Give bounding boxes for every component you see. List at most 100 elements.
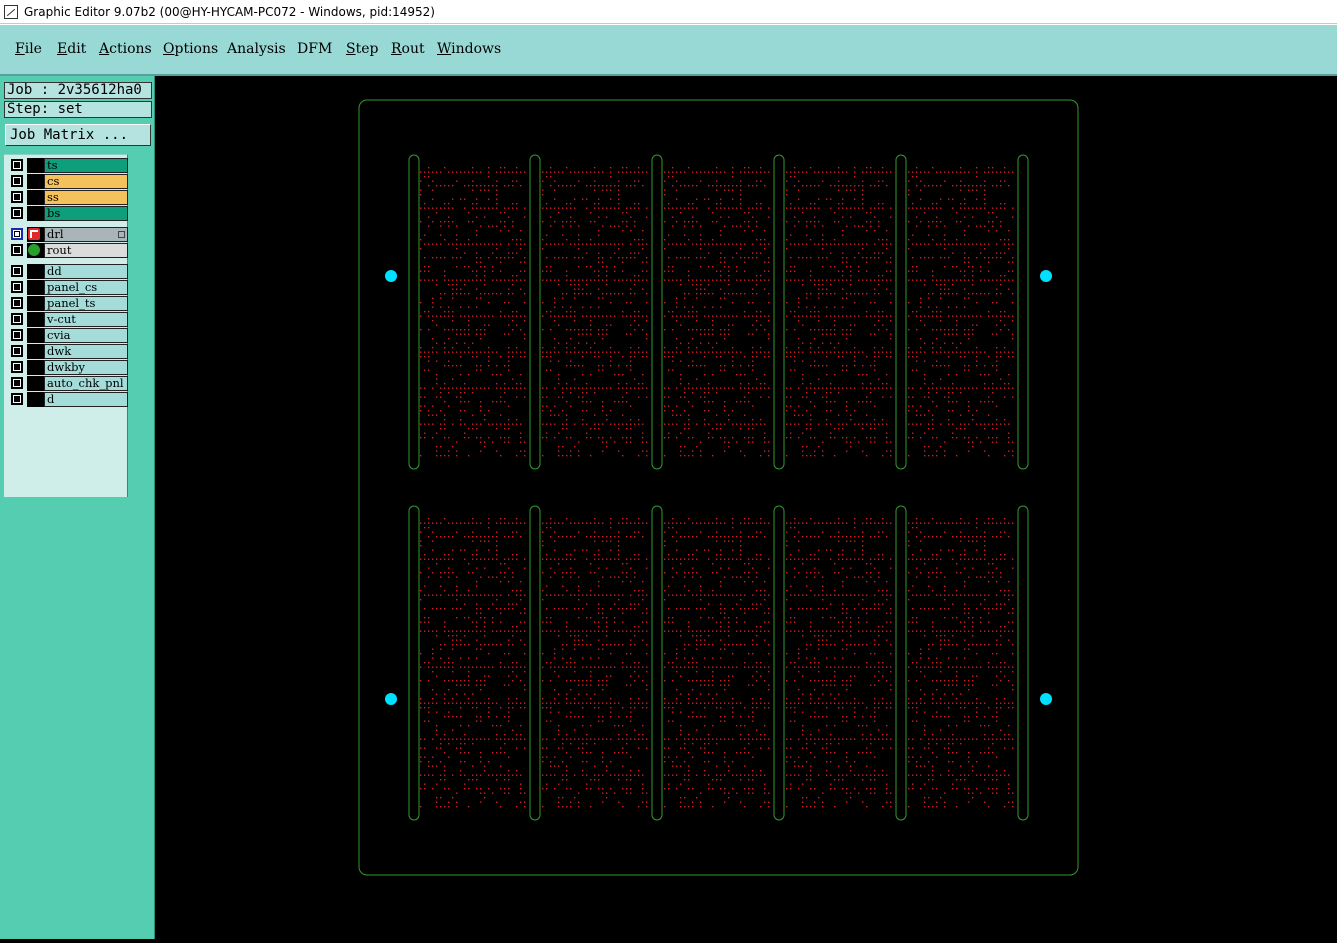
- layer-name[interactable]: rout: [44, 243, 128, 258]
- layer-swatch: [27, 190, 44, 205]
- layer-name[interactable]: panel_ts: [44, 296, 128, 311]
- layer-checkbox[interactable]: [11, 313, 23, 325]
- layer-checkbox[interactable]: [11, 345, 23, 357]
- layer-name[interactable]: auto_chk_pnl: [44, 376, 128, 391]
- menu-bar: File Edit Actions Options Analysis DFM S…: [0, 24, 1337, 76]
- menu-edit[interactable]: Edit: [57, 41, 86, 57]
- layer-swatch: [27, 328, 44, 343]
- menu-analysis[interactable]: Analysis: [227, 41, 286, 57]
- menu-rout[interactable]: Rout: [391, 41, 425, 57]
- layer-menu-icon[interactable]: [118, 231, 125, 238]
- menu-dfm[interactable]: DFM: [297, 41, 332, 57]
- fiducial-mark: [385, 270, 397, 282]
- rout-slot: [773, 505, 785, 821]
- layer-swatch: [27, 312, 44, 327]
- board-drawing[interactable]: [155, 80, 1337, 939]
- app-icon: [4, 4, 18, 19]
- layer-swatch: [27, 376, 44, 391]
- layer-swatch: [27, 360, 44, 375]
- layer-checkbox[interactable]: [11, 393, 23, 405]
- rout-slot: [651, 154, 663, 470]
- layer-row-panel-cs[interactable]: panel_cs: [8, 280, 128, 295]
- layer-name[interactable]: bs: [44, 206, 128, 221]
- rout-slot: [651, 505, 663, 821]
- layer-row-ss[interactable]: ss: [8, 190, 128, 205]
- layer-swatch: [27, 280, 44, 295]
- layer-swatch: [27, 296, 44, 311]
- fiducial-mark: [1040, 270, 1052, 282]
- rout-slot: [895, 154, 907, 470]
- menu-file[interactable]: File: [15, 41, 42, 57]
- rout-slot: [529, 154, 541, 470]
- layer-checkbox[interactable]: [11, 281, 23, 293]
- rout-slot: [1017, 154, 1029, 470]
- menu-windows[interactable]: Windows: [437, 41, 501, 57]
- layer-checkbox[interactable]: [11, 207, 23, 219]
- step-label: Step: set: [4, 101, 152, 118]
- layer-name[interactable]: v-cut: [44, 312, 128, 327]
- layer-name[interactable]: d: [44, 392, 128, 407]
- menu-actions[interactable]: Actions: [99, 41, 152, 57]
- layer-checkbox[interactable]: [11, 377, 23, 389]
- rout-slot: [895, 505, 907, 821]
- layer-swatch: [27, 392, 44, 407]
- layer-row-cs[interactable]: cs: [8, 174, 128, 189]
- graphics-canvas[interactable]: [155, 80, 1337, 939]
- layer-row-rout[interactable]: rout: [8, 243, 128, 258]
- layer-row-dwk[interactable]: dwk: [8, 344, 128, 359]
- rout-slot: [408, 505, 420, 821]
- layer-checkbox[interactable]: [11, 265, 23, 277]
- layer-row-cvia[interactable]: cvia: [8, 328, 128, 343]
- layer-panel: Job : 2v35612ha0 Step: set Job Matrix ..…: [0, 76, 155, 939]
- layer-checkbox[interactable]: [11, 228, 23, 240]
- layer-checkbox[interactable]: [11, 329, 23, 341]
- layer-list: ts cs ss bs drl rout dd panel_cs panel_t…: [4, 154, 128, 497]
- layer-checkbox[interactable]: [11, 191, 23, 203]
- layer-name[interactable]: ts: [44, 158, 128, 173]
- layer-checkbox[interactable]: [11, 159, 23, 171]
- layer-row-drl[interactable]: drl: [8, 227, 128, 242]
- panel-outline: [358, 99, 1079, 876]
- rout-slot: [408, 154, 420, 470]
- layer-checkbox[interactable]: [11, 361, 23, 373]
- layer-swatch: [27, 344, 44, 359]
- layer-name[interactable]: dwkby: [44, 360, 128, 375]
- layer-name[interactable]: cs: [44, 174, 128, 189]
- layer-name[interactable]: panel_cs: [44, 280, 128, 295]
- layer-name[interactable]: dd: [44, 264, 128, 279]
- layer-row-auto-chk-pnl[interactable]: auto_chk_pnl: [8, 376, 128, 391]
- layer-swatch: [27, 206, 44, 221]
- layer-row-panel-ts[interactable]: panel_ts: [8, 296, 128, 311]
- layer-row-v-cut[interactable]: v-cut: [8, 312, 128, 327]
- job-matrix-button[interactable]: Job Matrix ...: [5, 124, 151, 146]
- fiducial-mark: [1040, 693, 1052, 705]
- layer-checkbox[interactable]: [11, 244, 23, 256]
- layer-row-bs[interactable]: bs: [8, 206, 128, 221]
- layer-row-dwkby[interactable]: dwkby: [8, 360, 128, 375]
- layer-name[interactable]: ss: [44, 190, 128, 205]
- rout-slot: [773, 154, 785, 470]
- window-title: Graphic Editor 9.07b2 (00@HY-HYCAM-PC072…: [24, 4, 435, 19]
- layer-name[interactable]: dwk: [44, 344, 128, 359]
- layer-swatch: [27, 174, 44, 189]
- layer-name[interactable]: drl: [44, 227, 128, 242]
- pad-pattern: [420, 167, 1014, 808]
- menu-step[interactable]: Step: [346, 41, 378, 57]
- layer-row-ts[interactable]: ts: [8, 158, 128, 173]
- menu-options[interactable]: Options: [163, 41, 218, 57]
- title-bar: Graphic Editor 9.07b2 (00@HY-HYCAM-PC072…: [0, 0, 1337, 24]
- rout-slot: [1017, 505, 1029, 821]
- layer-swatch: [27, 264, 44, 279]
- layer-swatch: [27, 158, 44, 173]
- layer-row-d[interactable]: d: [8, 392, 128, 407]
- rout-slot: [529, 505, 541, 821]
- job-label: Job : 2v35612ha0: [4, 82, 152, 99]
- pad-dots: [420, 167, 1014, 808]
- layer-row-dd[interactable]: dd: [8, 264, 128, 279]
- display-layer-icon: [28, 244, 40, 256]
- layer-checkbox[interactable]: [11, 175, 23, 187]
- layer-name[interactable]: cvia: [44, 328, 128, 343]
- fiducial-mark: [385, 693, 397, 705]
- layer-checkbox[interactable]: [11, 297, 23, 309]
- work-layer-icon: [28, 228, 40, 240]
